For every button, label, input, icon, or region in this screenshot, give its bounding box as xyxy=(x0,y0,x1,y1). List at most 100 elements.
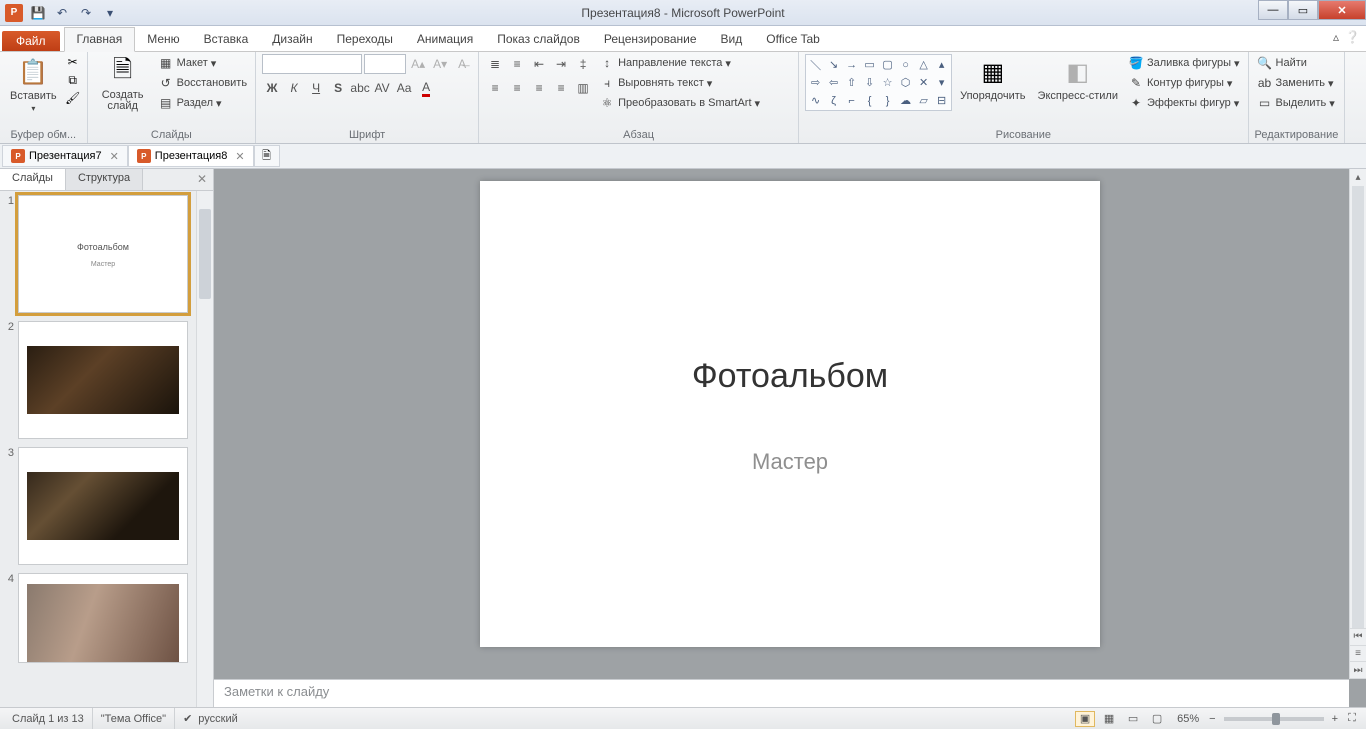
reset-button[interactable]: ↺Восстановить xyxy=(156,74,249,92)
tab-transitions[interactable]: Переходы xyxy=(325,28,405,51)
copy-icon[interactable]: ⧉ xyxy=(65,72,81,88)
fit-to-window-icon[interactable]: ⛶ xyxy=(1342,711,1362,727)
replace-button[interactable]: abЗаменить ▾ xyxy=(1255,74,1337,92)
next-slide-icon[interactable]: ⏭ xyxy=(1350,662,1366,679)
zoom-knob[interactable] xyxy=(1272,713,1280,725)
minimize-button[interactable]: — xyxy=(1258,0,1288,20)
numbering-icon[interactable]: ≡ xyxy=(507,54,527,74)
underline-icon[interactable]: Ч xyxy=(306,78,326,98)
thumb-1[interactable]: Фотоальбом Мастер xyxy=(18,195,188,313)
format-painter-icon[interactable]: 🖌 xyxy=(65,90,81,106)
canvas-area[interactable]: Фотоальбом Мастер ▴ ⏮ ≡ ⏭ xyxy=(214,169,1366,679)
tab-insert[interactable]: Вставка xyxy=(192,28,261,51)
slide-title[interactable]: Фотоальбом xyxy=(480,357,1100,396)
help-icon[interactable]: ❔ xyxy=(1345,30,1360,44)
shape-oval-icon[interactable]: ○ xyxy=(897,56,914,73)
shape-plus-icon[interactable]: ✕ xyxy=(915,74,932,91)
shape-action-icon[interactable]: ▱ xyxy=(915,92,932,109)
zoom-level[interactable]: 65% xyxy=(1177,713,1199,725)
redo-icon[interactable]: ↷ xyxy=(76,3,96,23)
scroll-up-icon[interactable]: ▴ xyxy=(1350,169,1366,186)
scroll-thumb[interactable] xyxy=(1352,186,1364,628)
shape-outline-button[interactable]: ✎Контур фигуры ▾ xyxy=(1126,74,1242,92)
shape-curve-icon[interactable]: ∿ xyxy=(807,92,824,109)
tab-review[interactable]: Рецензирование xyxy=(592,28,709,51)
thumb-4[interactable] xyxy=(18,573,188,663)
ribbon-minimize-icon[interactable]: ▵ xyxy=(1333,30,1339,44)
gallery-up-icon[interactable]: ▴ xyxy=(933,56,950,73)
panel-tab-outline[interactable]: Структура xyxy=(66,169,143,190)
decrease-font-icon[interactable]: A▾ xyxy=(430,54,450,74)
shape-effects-button[interactable]: ✦Эффекты фигур ▾ xyxy=(1126,94,1242,112)
app-icon[interactable]: P xyxy=(4,3,24,23)
tab-file[interactable]: Файл xyxy=(2,31,60,51)
doc-tab-2[interactable]: P Презентация8 ✕ xyxy=(128,145,254,167)
view-normal-icon[interactable]: ▣ xyxy=(1075,711,1095,727)
change-case-icon[interactable]: Aa xyxy=(394,78,414,98)
shape-rrect-icon[interactable]: ▢ xyxy=(879,56,896,73)
font-size-input[interactable] xyxy=(364,54,406,74)
shape-brace-icon[interactable]: { xyxy=(861,92,878,109)
shape-brace2-icon[interactable]: } xyxy=(879,92,896,109)
new-slide-button[interactable]: 🗎 Создать слайд xyxy=(94,54,152,114)
arrange-button[interactable]: ▦ Упорядочить xyxy=(956,54,1029,104)
zoom-slider[interactable] xyxy=(1224,717,1324,721)
slide-subtitle[interactable]: Мастер xyxy=(480,449,1100,475)
tab-animation[interactable]: Анимация xyxy=(405,28,485,51)
find-button[interactable]: 🔍Найти xyxy=(1255,54,1337,72)
section-button[interactable]: ▤Раздел ▾ xyxy=(156,94,249,112)
shape-line2-icon[interactable]: → xyxy=(843,56,860,73)
zoom-out-icon[interactable]: − xyxy=(1209,713,1215,725)
bullets-icon[interactable]: ≣ xyxy=(485,54,505,74)
font-color-icon[interactable]: A xyxy=(416,78,436,98)
panel-tab-slides[interactable]: Слайды xyxy=(0,169,66,190)
spacing-icon[interactable]: AV xyxy=(372,78,392,98)
prev-slide-icon[interactable]: ⏮ xyxy=(1350,629,1366,646)
shape-callout-icon[interactable]: ☁ xyxy=(897,92,914,109)
shape-star-icon[interactable]: ☆ xyxy=(879,74,896,91)
shape-arrowu-icon[interactable]: ⇧ xyxy=(843,74,860,91)
shape-arrowr-icon[interactable]: ⇨ xyxy=(807,74,824,91)
shape-fill-button[interactable]: 🪣Заливка фигуры ▾ xyxy=(1126,54,1242,72)
slide-menu-icon[interactable]: ≡ xyxy=(1350,646,1366,663)
close-button[interactable]: ✕ xyxy=(1318,0,1366,20)
italic-icon[interactable]: К xyxy=(284,78,304,98)
smartart-button[interactable]: ⚛Преобразовать в SmartArt ▾ xyxy=(597,94,762,112)
tab-office-tab[interactable]: Office Tab xyxy=(754,28,832,51)
strike-icon[interactable]: S xyxy=(328,78,348,98)
tab-home[interactable]: Главная xyxy=(64,27,136,52)
undo-icon[interactable]: ↶ xyxy=(52,3,72,23)
shape-tri-icon[interactable]: △ xyxy=(915,56,932,73)
shape-free-icon[interactable]: ζ xyxy=(825,92,842,109)
font-family-input[interactable] xyxy=(262,54,362,74)
scrollbar-thumb[interactable] xyxy=(199,209,211,299)
increase-indent-icon[interactable]: ⇥ xyxy=(551,54,571,74)
status-theme[interactable]: "Тема Office" xyxy=(93,708,175,729)
shape-rect-icon[interactable]: ▭ xyxy=(861,56,878,73)
select-button[interactable]: ▭Выделить ▾ xyxy=(1255,94,1337,112)
save-icon[interactable]: 💾 xyxy=(28,3,48,23)
shape-arrowd-icon[interactable]: ⇩ xyxy=(861,74,878,91)
close-icon[interactable]: ✕ xyxy=(110,150,119,163)
panel-close-button[interactable]: ✕ xyxy=(191,169,213,190)
view-reading-icon[interactable]: ▭ xyxy=(1123,711,1143,727)
qat-customize-icon[interactable]: ▾ xyxy=(100,3,120,23)
align-left-icon[interactable]: ≡ xyxy=(485,78,505,98)
zoom-in-icon[interactable]: + xyxy=(1332,713,1338,725)
cut-icon[interactable]: ✂ xyxy=(65,54,81,70)
shadow-icon[interactable]: abc xyxy=(350,78,370,98)
vertical-scrollbar[interactable]: ▴ ⏮ ≡ ⏭ xyxy=(1349,169,1366,679)
layout-button[interactable]: ▦Макет ▾ xyxy=(156,54,249,72)
close-icon[interactable]: ✕ xyxy=(235,150,244,163)
tab-slideshow[interactable]: Показ слайдов xyxy=(485,28,592,51)
tab-menu[interactable]: Меню xyxy=(135,28,191,51)
tab-view[interactable]: Вид xyxy=(709,28,755,51)
view-sorter-icon[interactable]: ▦ xyxy=(1099,711,1119,727)
gallery-more-icon[interactable]: ⊟ xyxy=(933,92,950,109)
slide-canvas[interactable]: Фотоальбом Мастер xyxy=(480,181,1100,647)
scroll-track[interactable] xyxy=(1350,186,1366,628)
bold-icon[interactable]: Ж xyxy=(262,78,282,98)
quick-styles-button[interactable]: ◧ Экспресс-стили xyxy=(1034,54,1122,104)
maximize-button[interactable]: ▭ xyxy=(1288,0,1318,20)
status-lang[interactable]: ✔ русский xyxy=(175,708,246,729)
